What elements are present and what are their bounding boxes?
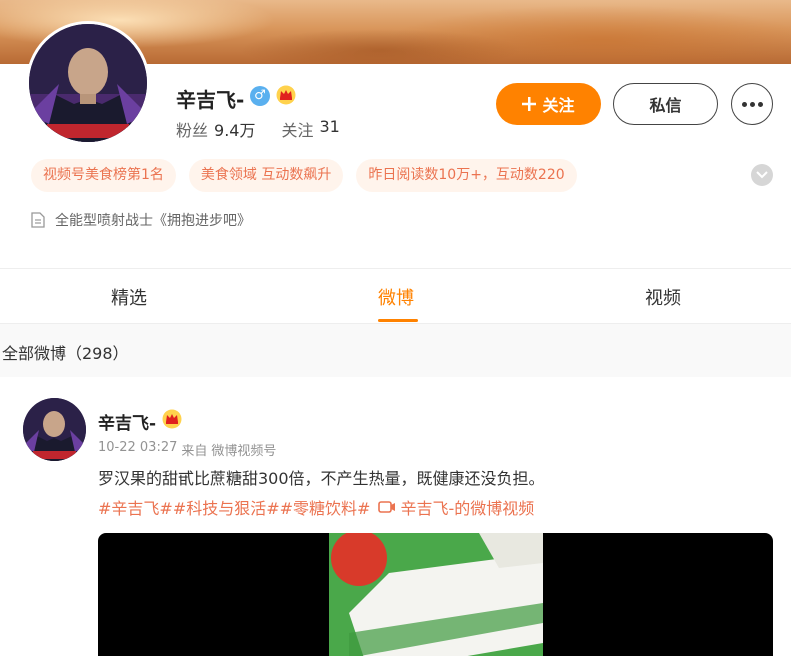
followers-label: 粉丝 xyxy=(176,121,209,140)
profile-bio: 全能型喷射战士《拥抱进步吧》 xyxy=(31,210,251,230)
profile-tag[interactable]: 美食领域 互动数飙升 xyxy=(188,159,344,192)
filter-bar: 全部微博（298） xyxy=(0,324,791,377)
vip-crown-icon[interactable] xyxy=(162,409,182,429)
follow-button-label: 关注 xyxy=(542,98,575,115)
profile-name: 辛吉飞- xyxy=(176,88,245,112)
profile-tag[interactable]: 昨日阅读数10万+，互动数220 xyxy=(356,159,577,192)
profile-avatar[interactable] xyxy=(26,21,150,145)
follow-button[interactable]: 关注 xyxy=(496,83,601,125)
document-icon xyxy=(31,212,45,228)
all-weibo-filter[interactable]: 全部微博（298） xyxy=(2,340,129,364)
post-source-prefix: 来自 xyxy=(181,444,208,459)
profile-page: 辛吉飞- ♂ 粉丝 9.4万 关注 31 关注 私信 视频号美食榜第1名 美食领… xyxy=(0,0,791,656)
expand-tags-button[interactable] xyxy=(751,164,773,186)
divider xyxy=(0,268,791,269)
tab-featured[interactable]: 精选 xyxy=(111,284,147,310)
male-icon: ♂ xyxy=(250,86,270,106)
plus-icon xyxy=(522,97,537,111)
post-hashtags[interactable]: #辛吉飞##科技与狠活##零糖饮料# xyxy=(98,495,370,519)
vip-crown-icon[interactable] xyxy=(276,85,296,105)
more-icon xyxy=(741,101,747,107)
tab-weibo[interactable]: 微博 xyxy=(378,284,414,310)
post-time[interactable]: 10-22 03:27 xyxy=(98,440,177,459)
message-button-label: 私信 xyxy=(649,98,682,115)
post-hashtags-row: #辛吉飞##科技与狠活##零糖饮料# 辛吉飞-的微博视频 xyxy=(98,495,534,519)
message-button[interactable]: 私信 xyxy=(613,83,718,125)
profile-stats: 粉丝 9.4万 关注 31 xyxy=(176,117,360,141)
video-thumbnail xyxy=(329,533,543,656)
post-avatar[interactable] xyxy=(23,398,86,461)
tab-video[interactable]: 视频 xyxy=(645,284,681,310)
chevron-down-icon xyxy=(756,171,768,179)
more-button[interactable] xyxy=(731,83,773,125)
post-source[interactable]: 微博视频号 xyxy=(211,440,276,459)
following-count[interactable]: 31 xyxy=(319,117,339,141)
post-meta: 10-22 03:27 来自 微博视频号 xyxy=(98,440,276,459)
profile-tabs: 精选 微博 视频 xyxy=(0,270,791,324)
post-video-link[interactable]: 辛吉飞-的微博视频 xyxy=(400,495,534,519)
profile-tags: 视频号美食榜第1名 美食领域 互动数飙升 昨日阅读数10万+，互动数220 xyxy=(31,159,577,192)
followers-count[interactable]: 9.4万 xyxy=(214,117,255,141)
post-text: 罗汉果的甜甙比蔗糖甜300倍，不产生热量，既健康还没负担。 xyxy=(98,469,545,488)
following-label: 关注 xyxy=(281,121,314,140)
bio-text: 全能型喷射战士《拥抱进步吧》 xyxy=(55,213,251,229)
video-link-icon xyxy=(378,501,396,513)
profile-tag[interactable]: 视频号美食榜第1名 xyxy=(31,159,176,192)
active-tab-indicator xyxy=(378,319,418,322)
post-author-name[interactable]: 辛吉飞- xyxy=(98,409,156,434)
post-video-player[interactable] xyxy=(98,533,773,656)
